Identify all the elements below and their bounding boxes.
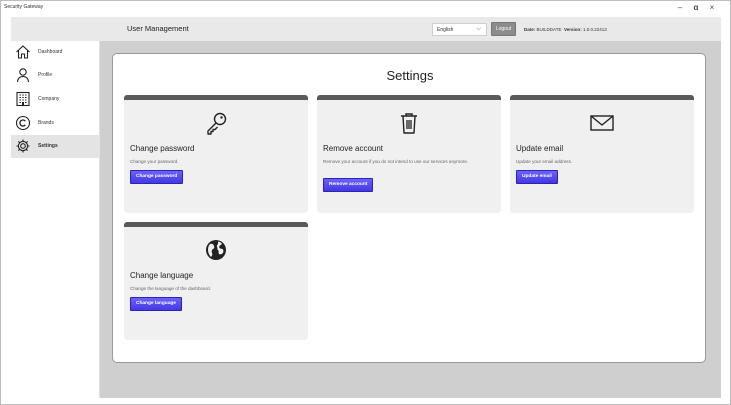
- card-header-bar: [510, 95, 694, 100]
- change-language-card: Change language Change the language of t…: [124, 222, 308, 340]
- key-icon: [207, 112, 227, 135]
- app-header: User Management English ⌵ Logout Date: B…: [11, 17, 721, 41]
- settings-panel: Settings Change password Change your pas…: [112, 53, 706, 363]
- card-title: Change password: [130, 144, 195, 153]
- sidebar-item-company[interactable]: Company: [11, 88, 100, 111]
- user-icon: [16, 68, 30, 83]
- gear-icon: [16, 139, 30, 153]
- app-window: Security Gateway – ɑ × User Management E…: [0, 0, 731, 405]
- copyright-icon: [15, 115, 31, 131]
- envelope-icon: [590, 115, 614, 131]
- sidebar-item-label: Brands: [38, 120, 54, 126]
- title-bar: Security Gateway – ɑ ×: [1, 1, 730, 17]
- sidebar-item-label: Profile: [38, 72, 53, 78]
- language-select[interactable]: English ⌵: [432, 23, 487, 36]
- page-title: User Management: [127, 24, 189, 33]
- card-title: Update email: [516, 144, 564, 153]
- sidebar: Dashboard Profile Company Brands Setting…: [11, 41, 100, 398]
- update-email-card: Update email Update your email address. …: [510, 95, 694, 213]
- close-button[interactable]: ×: [706, 3, 718, 13]
- maximize-button[interactable]: ɑ: [690, 3, 702, 13]
- remove-account-card: Remove account Remove your account if yo…: [317, 95, 501, 213]
- change-password-card: Change password Change your password. Ch…: [124, 95, 308, 213]
- card-description: Change the language of the dashboard.: [130, 286, 211, 291]
- change-language-button[interactable]: Change language: [130, 297, 182, 311]
- settings-title: Settings: [386, 68, 434, 83]
- sidebar-item-dashboard[interactable]: Dashboard: [11, 41, 100, 64]
- card-title: Change language: [130, 271, 194, 280]
- card-description: Remove your account if you do not intend…: [323, 159, 469, 164]
- update-email-button[interactable]: Update email: [516, 170, 558, 184]
- minimize-button[interactable]: –: [674, 3, 686, 13]
- sidebar-item-brands[interactable]: Brands: [11, 112, 100, 135]
- version-label: Version:: [563, 27, 582, 32]
- build-info: Date: BUILDDATE Version: 1.0.0.22413: [524, 27, 607, 32]
- home-icon: [16, 45, 30, 59]
- app-title: Security Gateway: [4, 4, 44, 10]
- card-description: Change your password.: [130, 159, 179, 164]
- remove-account-button[interactable]: Remove account: [323, 178, 374, 192]
- sidebar-item-settings[interactable]: Settings: [11, 135, 100, 158]
- version-value: 1.0.0.22413: [583, 27, 607, 32]
- main-content: Settings Change password Change your pas…: [100, 41, 721, 398]
- card-header-bar: [124, 95, 308, 100]
- sidebar-item-profile[interactable]: Profile: [11, 64, 100, 87]
- sidebar-item-label: Company: [38, 96, 60, 102]
- card-description: Update your email address.: [516, 159, 573, 164]
- chevron-down-icon: ⌵: [476, 26, 481, 32]
- card-header-bar: [124, 222, 308, 227]
- date-label: Date:: [524, 27, 536, 32]
- trash-icon: [401, 113, 417, 134]
- change-password-button[interactable]: Change password: [130, 170, 184, 184]
- card-title: Remove account: [323, 144, 384, 153]
- globe-icon: [206, 240, 226, 260]
- language-value: English: [437, 27, 454, 33]
- logout-button[interactable]: Logout: [491, 22, 516, 36]
- building-icon: [16, 91, 30, 107]
- date-value: BUILDDATE: [536, 27, 562, 32]
- sidebar-item-label: Settings: [38, 143, 58, 149]
- card-header-bar: [317, 95, 501, 100]
- sidebar-item-label: Dashboard: [38, 49, 63, 55]
